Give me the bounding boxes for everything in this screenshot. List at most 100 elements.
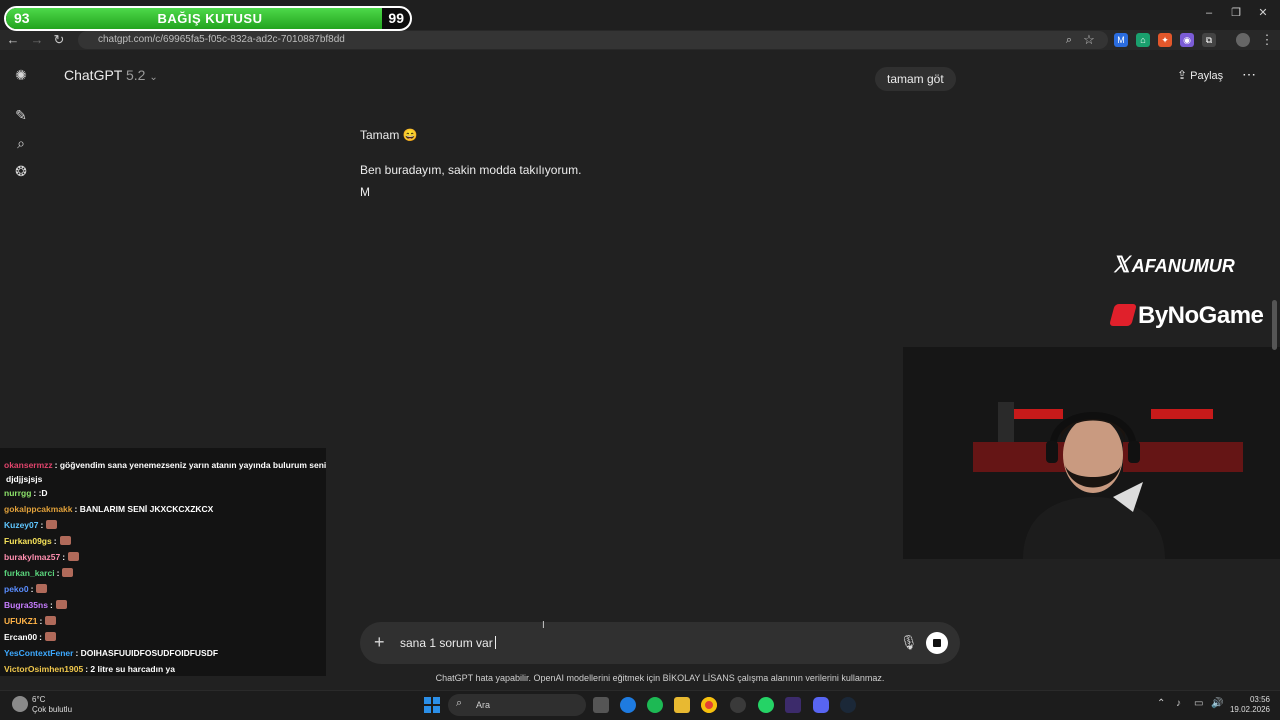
chat-message: Bugra35ns:: [4, 600, 67, 610]
chat-text: : DOIHASFUUIDFOSUDFOIDFUSDF: [75, 648, 219, 658]
task-view-icon[interactable]: [593, 697, 609, 713]
url-field[interactable]: chatgpt.com/c/69965fa5-f05c-832a-ad2c-70…: [78, 31, 1108, 49]
edge-icon[interactable]: [620, 697, 636, 713]
x-handle-text: AFANUMUR: [1131, 256, 1235, 276]
more-options-icon[interactable]: ⋯: [1242, 66, 1256, 83]
bynogame-logo-icon: [1109, 304, 1137, 326]
chat-username[interactable]: furkan_karci: [4, 568, 55, 578]
stream-chat-overlay: okansermzz: göğvendim sana yenemezseniz …: [0, 448, 326, 676]
restore-icon[interactable]: ❐: [1226, 6, 1246, 20]
chat-username[interactable]: nurrgg: [4, 488, 31, 498]
chat-username[interactable]: Kuzey07: [4, 520, 39, 530]
chat-text: djdjjsjsjs: [6, 474, 43, 484]
chat-text: : göğvendim sana yenemezseniz yarın atan…: [54, 460, 327, 470]
model-name-label: ChatGPT: [64, 67, 123, 83]
library-icon[interactable]: ❂: [12, 162, 30, 180]
chat-message: djdjjsjsjs: [4, 474, 42, 484]
chat-message: peko0:: [4, 584, 48, 594]
chat-text: :: [53, 536, 57, 546]
weather-temp: 6°C: [32, 695, 46, 704]
chat-username[interactable]: burakylmaz57: [4, 552, 60, 562]
chat-username[interactable]: gokalppcakmakk: [4, 504, 73, 514]
microphone-icon[interactable]: 🎙: [900, 634, 918, 651]
chat-text: :: [49, 600, 53, 610]
message-composer[interactable]: + sana 1 sorum var 🎙: [360, 622, 960, 664]
extensions-puzzle-icon[interactable]: ⧉: [1202, 33, 1216, 47]
clock-date[interactable]: 19.02.2026: [1220, 705, 1270, 714]
tray-display-icon[interactable]: ▭: [1194, 698, 1203, 709]
chat-emote-icon: [62, 568, 74, 577]
profile-avatar[interactable]: [1236, 33, 1250, 47]
x-logo-icon: 𝕏: [1112, 252, 1130, 277]
stop-button[interactable]: [926, 632, 948, 654]
tray-chevron-icon[interactable]: ⌃: [1157, 698, 1165, 709]
composer-input[interactable]: sana 1 sorum var: [400, 636, 496, 650]
chat-emote-icon: [55, 600, 67, 609]
chat-text: :: [40, 520, 44, 530]
chat-text: :: [56, 568, 60, 578]
chat-emote-icon: [45, 616, 57, 625]
bookmark-star-icon[interactable]: ☆: [1080, 31, 1098, 49]
tray-mic-icon[interactable]: ♪: [1176, 698, 1181, 709]
chat-emote-icon: [46, 520, 58, 529]
new-chat-icon[interactable]: ✎: [12, 106, 30, 124]
chat-message: UFUKZ1:: [4, 616, 57, 626]
weather-desc: Çok bulutlu: [32, 705, 73, 714]
chat-text: :: [39, 616, 43, 626]
extension-icon-2[interactable]: ⌂: [1136, 33, 1150, 47]
chat-message: okansermzz: göğvendim sana yenemezseniz …: [4, 460, 326, 470]
valorant-icon[interactable]: [785, 697, 801, 713]
taskbar-search-label: Ara: [476, 700, 491, 710]
chat-username[interactable]: Furkan09gs: [4, 536, 52, 546]
weather-cloud-icon[interactable]: [12, 696, 28, 712]
user-message-bubble: tamam göt: [875, 67, 956, 91]
extension-icon-3[interactable]: ✦: [1158, 33, 1172, 47]
discord-icon[interactable]: [813, 697, 829, 713]
windows-start-icon[interactable]: [424, 697, 440, 713]
share-button[interactable]: ⇪ Paylaş: [1177, 68, 1223, 82]
whatsapp-icon[interactable]: [758, 697, 774, 713]
chevron-down-icon: ⌄: [149, 72, 158, 83]
model-version: 5.2: [126, 67, 146, 83]
x-handle-overlay: 𝕏 AFANUMUR: [1112, 252, 1235, 278]
share-label: Paylaş: [1190, 70, 1224, 82]
clock-time[interactable]: 03:56: [1220, 695, 1270, 704]
chat-username[interactable]: UFUKZ1: [4, 616, 38, 626]
chat-emote-icon: [68, 552, 80, 561]
plus-icon[interactable]: +: [374, 632, 385, 653]
model-selector[interactable]: ChatGPT 5.2 ⌄: [64, 67, 158, 83]
chat-message: furkan_karci:: [4, 568, 74, 578]
taskbar-search[interactable]: Ara: [448, 694, 586, 716]
scrollbar-thumb[interactable]: [1272, 300, 1277, 350]
chrome-icon[interactable]: [701, 697, 717, 713]
chat-username[interactable]: Ercan00: [4, 632, 37, 642]
text-caret: [494, 636, 496, 649]
chat-text: :: [39, 632, 42, 642]
composer-text: sana 1 sorum var: [400, 636, 493, 650]
openai-logo-icon[interactable]: ✺: [12, 66, 30, 84]
steam-icon[interactable]: [840, 697, 856, 713]
chat-username[interactable]: YesContextFener: [4, 648, 73, 658]
reload-icon[interactable]: ↻: [50, 31, 68, 49]
search-icon[interactable]: ⌕: [12, 134, 30, 152]
share-icon: ⇪: [1177, 68, 1188, 82]
chat-username[interactable]: peko0: [4, 584, 29, 594]
minimize-icon[interactable]: –: [1199, 6, 1219, 20]
file-explorer-icon[interactable]: [674, 697, 690, 713]
chat-username[interactable]: Bugra35ns: [4, 600, 48, 610]
extension-icon-1[interactable]: M: [1114, 33, 1128, 47]
taskbar-search-icon: ⌕: [456, 697, 463, 709]
chat-message: nurrgg: :D: [4, 488, 48, 498]
forward-icon[interactable]: →: [28, 31, 46, 49]
chat-message: Ercan00:: [4, 632, 56, 642]
extension-icon-4[interactable]: ◉: [1180, 33, 1194, 47]
zoom-icon[interactable]: ⌕: [1060, 31, 1078, 49]
openai-app-icon[interactable]: [730, 697, 746, 713]
stop-icon: [933, 639, 941, 647]
back-icon[interactable]: ←: [4, 31, 22, 49]
spotify-icon[interactable]: [647, 697, 663, 713]
chat-username[interactable]: okansermzz: [4, 460, 53, 470]
close-icon[interactable]: ✕: [1253, 6, 1273, 20]
donation-bar: 93 BAĞIŞ KUTUSU 99: [4, 6, 412, 31]
browser-menu-icon[interactable]: ⋮: [1258, 31, 1276, 49]
